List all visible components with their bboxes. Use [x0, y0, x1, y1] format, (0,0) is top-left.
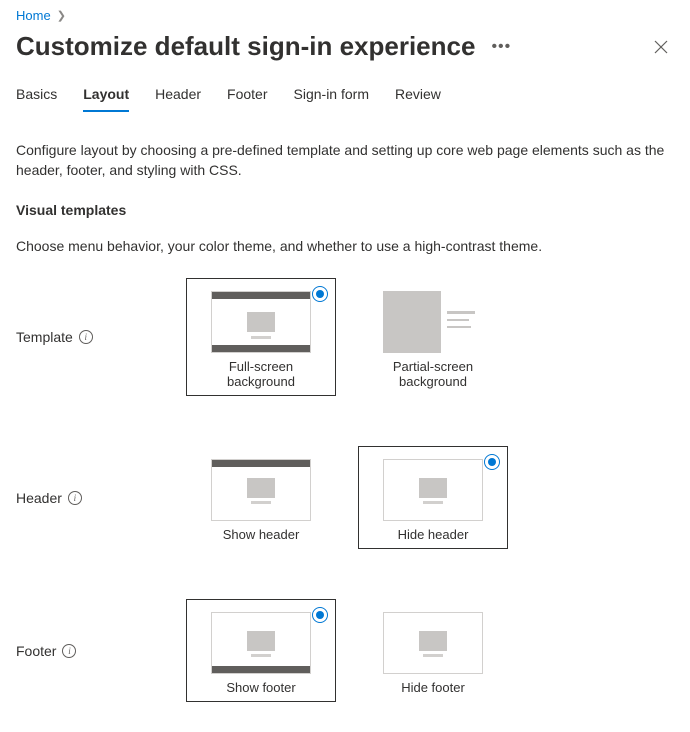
show-header-preview-icon — [211, 459, 311, 521]
visual-templates-heading: Visual templates — [16, 202, 674, 218]
breadcrumb: Home ❯ — [16, 0, 674, 27]
tab-review[interactable]: Review — [395, 82, 441, 112]
more-icon[interactable]: ••• — [487, 34, 515, 60]
page-title-row: Customize default sign-in experience ••• — [16, 27, 674, 82]
tab-layout[interactable]: Layout — [83, 82, 129, 112]
chevron-right-icon: ❯ — [57, 9, 66, 22]
info-icon[interactable]: i — [68, 491, 82, 505]
header-row: Header i Show header — [16, 446, 674, 549]
header-label-text: Header — [16, 490, 62, 506]
radio-selected-icon — [312, 607, 328, 623]
layout-intro-text: Configure layout by choosing a pre-defin… — [16, 140, 674, 180]
radio-selected-icon — [312, 286, 328, 302]
tab-signin-form[interactable]: Sign-in form — [294, 82, 369, 112]
template-partial-preview-icon — [383, 291, 483, 353]
footer-option-hide[interactable]: Hide footer — [358, 599, 508, 702]
footer-label: Footer i — [16, 643, 186, 659]
page-title: Customize default sign-in experience — [16, 31, 475, 62]
tab-footer[interactable]: Footer — [227, 82, 267, 112]
template-label: Template i — [16, 329, 186, 345]
visual-templates-subtext: Choose menu behavior, your color theme, … — [16, 238, 674, 254]
template-partial-label: Partial-screen background — [369, 359, 497, 389]
hide-footer-label: Hide footer — [369, 680, 497, 695]
breadcrumb-home-link[interactable]: Home — [16, 8, 51, 23]
hide-header-preview-icon — [383, 459, 483, 521]
template-fullscreen-label: Full-screen background — [197, 359, 325, 389]
tab-bar: Basics Layout Header Footer Sign-in form… — [16, 82, 674, 112]
template-option-fullscreen[interactable]: Full-screen background — [186, 278, 336, 396]
show-footer-preview-icon — [211, 612, 311, 674]
hide-header-label: Hide header — [369, 527, 497, 542]
template-option-partial[interactable]: Partial-screen background — [358, 278, 508, 396]
show-footer-label: Show footer — [197, 680, 325, 695]
template-fullscreen-preview-icon — [211, 291, 311, 353]
hide-footer-preview-icon — [383, 612, 483, 674]
footer-label-text: Footer — [16, 643, 56, 659]
header-label: Header i — [16, 490, 186, 506]
info-icon[interactable]: i — [62, 644, 76, 658]
template-row: Template i Full-screen background — [16, 278, 674, 396]
tab-header[interactable]: Header — [155, 82, 201, 112]
footer-option-show[interactable]: Show footer — [186, 599, 336, 702]
close-button[interactable] — [648, 34, 674, 60]
radio-selected-icon — [484, 454, 500, 470]
header-option-hide[interactable]: Hide header — [358, 446, 508, 549]
info-icon[interactable]: i — [79, 330, 93, 344]
show-header-label: Show header — [197, 527, 325, 542]
header-option-show[interactable]: Show header — [186, 446, 336, 549]
close-icon — [654, 40, 668, 54]
tab-basics[interactable]: Basics — [16, 82, 57, 112]
footer-row: Footer i Show footer — [16, 599, 674, 702]
template-label-text: Template — [16, 329, 73, 345]
